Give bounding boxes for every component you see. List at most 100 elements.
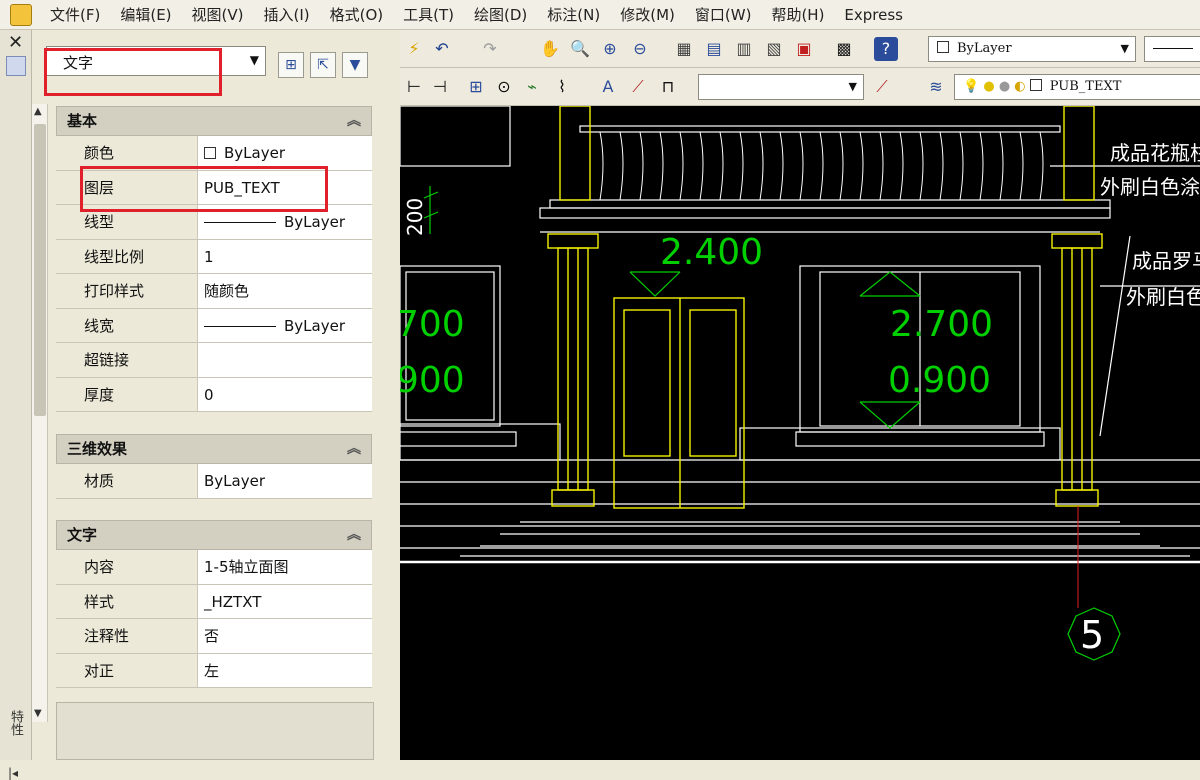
layer-on-icon[interactable]: 💡 [963,79,979,94]
drawing-canvas[interactable]: 2.400 700 900 2.700 0.900 200 成品花瓶柱 外刷白色… [400,106,1200,760]
prop-value[interactable]: 随颜色 [198,274,372,308]
scroll-up-icon[interactable]: ▲ [34,106,42,117]
standard-toolbar: ⚡ ↶ ↷ ✋ 🔍 ⊕ ⊖ ▦ ▤ ▥ ▧ ▣ ▩ ? ByLayer ▼ [400,30,1200,68]
dim-jogged-icon[interactable]: ⌁ [520,75,544,99]
linetype-control-select[interactable] [1144,36,1200,62]
prop-value[interactable]: ByLayer [198,136,372,170]
object-type-value: 文字 [63,54,94,72]
match-properties-icon[interactable]: ⚡ [402,37,426,61]
chevron-down-icon[interactable]: ▼ [1121,37,1129,61]
markup-icon[interactable]: ▣ [792,37,816,61]
select-objects-button[interactable]: ⇱ [310,52,336,78]
dim-style-select[interactable]: ▼ [698,74,864,100]
prop-value[interactable]: 1-5轴立面图 [198,550,372,584]
window-left-frame [400,265,501,427]
prop-value[interactable] [198,343,372,377]
chevron-down-icon[interactable]: ▼ [250,53,259,67]
prop-row-material[interactable]: 材质 ByLayer [56,464,372,499]
section-header[interactable]: 三维效果 ︽ [56,434,372,464]
prop-row-color[interactable]: 颜色 ByLayer [56,136,372,171]
zoom-previous-icon[interactable]: ⊖ [628,37,652,61]
undo-icon[interactable]: ↶ [430,37,454,61]
layer-manager-icon[interactable]: ≋ [924,75,948,99]
dim-edit-icon[interactable]: A [596,75,620,99]
menu-draw[interactable]: 绘图(D) [464,0,537,30]
menu-dimension[interactable]: 标注(N) [537,0,610,30]
chevron-down-icon[interactable]: ▼ [849,75,857,99]
section-header[interactable]: 文字 ︽ [56,520,372,550]
prop-row-hyperlink[interactable]: 超链接 [56,343,372,378]
menu-view[interactable]: 视图(V) [182,0,254,30]
linetype-value: ByLayer [284,213,345,231]
vertical-scrollbar[interactable]: ▲ ▼ [32,104,48,722]
dim-text-edit-icon[interactable]: ⟋ [626,75,650,99]
layer-freeze-icon[interactable]: ● [983,79,994,94]
app-icon [10,3,32,26]
collapse-icon[interactable]: ︽ [347,435,361,463]
tool-palettes-icon[interactable]: ▥ [732,37,756,61]
sheet-set-icon[interactable]: ▧ [762,37,786,61]
scrollbar-thumb[interactable] [34,124,46,416]
quick-select-button[interactable]: ▼ [342,52,368,78]
prop-row-linetype-scale[interactable]: 线型比例 1 [56,239,372,274]
design-center-icon[interactable]: ▤ [702,37,726,61]
dim-style-icon[interactable]: ⟋ [870,75,894,99]
menu-modify[interactable]: 修改(M) [610,0,685,30]
menu-edit[interactable]: 编辑(E) [110,0,181,30]
collapse-icon[interactable]: ︽ [347,107,361,135]
scroll-down-icon[interactable]: ▼ [34,708,42,719]
toggle-pickadd-button[interactable]: ⊞ [278,52,304,78]
menu-help[interactable]: 帮助(H) [761,0,834,30]
prop-value[interactable]: PUB_TEXT [198,170,372,204]
zoom-window-icon[interactable]: ⊕ [598,37,622,61]
prop-value[interactable]: ByLayer [198,464,372,498]
properties-icon[interactable]: ▦ [672,37,696,61]
collapse-arrow-icon[interactable]: |◂ [8,766,18,780]
column-capital-left [547,233,599,249]
menu-tools[interactable]: 工具(T) [393,0,464,30]
auto-hide-icon[interactable] [6,56,26,76]
balusters [599,131,1044,201]
layer-control-select[interactable]: 💡 ● ● ◐ PUB_TEXT [954,74,1200,100]
prop-value[interactable]: 0 [198,377,372,411]
dim-update-icon[interactable]: ⊓ [656,75,680,99]
close-icon[interactable]: ✕ [8,32,23,53]
window-left-sill [400,431,517,447]
prop-value[interactable]: ByLayer [198,308,372,342]
object-type-select[interactable]: 文字 ▼ [46,46,266,76]
section-header[interactable]: 基本 ︽ [56,106,372,136]
menu-insert[interactable]: 插入(I) [254,0,320,30]
zoom-realtime-icon[interactable]: 🔍 [568,37,592,61]
help-icon[interactable]: ? [874,37,898,61]
prop-row-justify[interactable]: 对正 左 [56,653,372,688]
prop-value[interactable]: 1 [198,239,372,273]
prop-row-annotative[interactable]: 注释性 否 [56,619,372,654]
dim-arc-icon[interactable]: ⌇ [550,75,574,99]
layer-plot-icon[interactable]: ◐ [1014,79,1025,94]
dim-linear-icon[interactable]: ⊢ [402,75,426,99]
menu-window[interactable]: 窗口(W) [685,0,762,30]
pan-icon[interactable]: ✋ [538,37,562,61]
menu-express[interactable]: Express [834,0,913,30]
prop-value[interactable]: _HZTXT [198,584,372,618]
layer-lock-icon[interactable]: ● [999,79,1010,94]
prop-row-thickness[interactable]: 厚度 0 [56,377,372,412]
dim-baseline-icon[interactable]: ⊞ [464,75,488,99]
prop-row-plot-style[interactable]: 打印样式 随颜色 [56,274,372,309]
prop-value[interactable]: 左 [198,653,372,687]
color-control-select[interactable]: ByLayer ▼ [928,36,1136,62]
calculator-icon[interactable]: ▩ [832,37,856,61]
redo-icon[interactable]: ↷ [478,37,502,61]
dim-aligned-icon[interactable]: ⊣ [428,75,452,99]
collapse-icon[interactable]: ︽ [347,521,361,549]
prop-row-style[interactable]: 样式 _HZTXT [56,584,372,619]
prop-row-lineweight[interactable]: 线宽 ByLayer [56,308,372,343]
prop-value[interactable]: ByLayer [198,205,372,239]
menu-format[interactable]: 格式(O) [320,0,394,30]
prop-row-contents[interactable]: 内容 1-5轴立面图 [56,550,372,585]
dim-center-icon[interactable]: ⊙ [492,75,516,99]
prop-row-layer[interactable]: 图层 PUB_TEXT [56,170,372,205]
menu-file[interactable]: 文件(F) [40,0,110,30]
prop-value[interactable]: 否 [198,619,372,653]
prop-row-linetype[interactable]: 线型 ByLayer [56,205,372,240]
